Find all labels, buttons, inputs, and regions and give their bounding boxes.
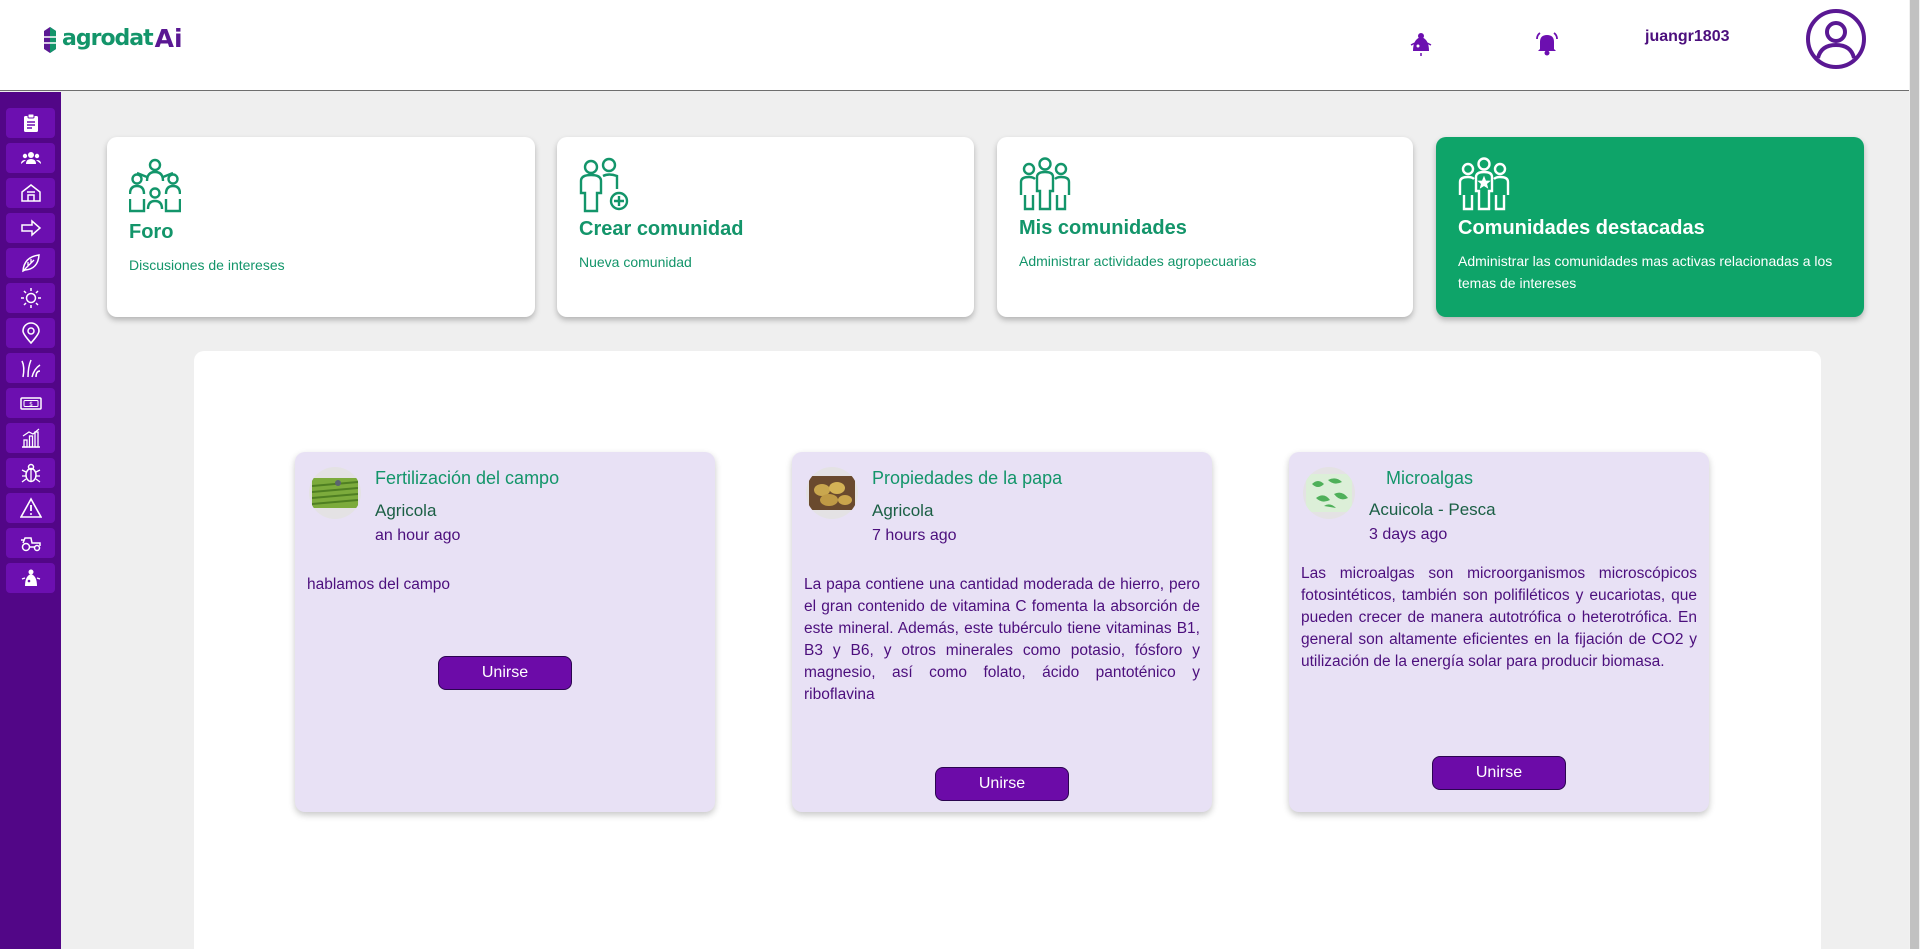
join-button[interactable]: Unirse (438, 656, 572, 690)
add-community-icon (579, 157, 629, 213)
bar-chart-icon (21, 428, 40, 448)
card-my-communities-title: Mis comunidades (1019, 217, 1187, 239)
sidebar-item-transfers[interactable] (6, 213, 55, 243)
community-card[interactable]: Propiedades de la papa Agricola 7 hours … (792, 452, 1212, 812)
card-forum[interactable]: Foro Discusiones de intereses (107, 137, 535, 317)
logo-text: agrodat (62, 26, 154, 51)
sidebar-item-pasture[interactable] (6, 353, 55, 383)
sidebar-item-location[interactable] (6, 318, 55, 348)
community-time: 3 days ago (1369, 526, 1448, 543)
community-title[interactable]: Microalgas (1386, 468, 1473, 489)
my-communities-icon (1019, 157, 1071, 211)
field-image-icon (312, 478, 358, 508)
arrow-right-icon (20, 219, 41, 237)
community-card[interactable]: Microalgas Acuicola - Pesca 3 days ago L… (1289, 452, 1709, 812)
community-description: hablamos del campo (307, 576, 451, 593)
community-thumbnail (309, 467, 361, 519)
sidebar-item-farm[interactable] (6, 178, 55, 208)
card-featured-communities-subtitle: Administrar las comunidades mas activas … (1458, 253, 1833, 291)
microalgae-image-icon (1306, 474, 1352, 512)
community-category: Agricola (375, 501, 437, 520)
card-create-community-subtitle: Nueva comunidad (579, 254, 692, 270)
card-featured-communities-title: Comunidades destacadas (1458, 217, 1705, 239)
warning-icon (19, 497, 42, 518)
top-header: agrodat Ai juangr1803 (0, 0, 1909, 91)
users-icon (20, 152, 41, 164)
sidebar-item-alerts[interactable] (6, 493, 55, 523)
barn-icon (20, 184, 41, 202)
sidebar-item-statistics[interactable] (6, 423, 55, 453)
card-my-communities-subtitle: Administrar actividades agropecuarias (1019, 253, 1257, 269)
community-time: an hour ago (375, 527, 461, 544)
community-chat-icon[interactable] (1407, 29, 1435, 57)
sidebar-item-records[interactable] (6, 108, 55, 138)
sidebar-item-crops[interactable] (6, 248, 55, 278)
community-description: La papa contiene una cantidad moderada d… (804, 576, 1200, 703)
logo-ai-text: Ai (154, 24, 183, 53)
logo-mark-icon (44, 26, 56, 53)
community-thumbnail (1303, 467, 1355, 519)
grass-icon (20, 359, 40, 378)
sidebar-item-pests[interactable] (6, 458, 55, 488)
join-button[interactable]: Unirse (935, 767, 1069, 801)
forum-icon (129, 158, 181, 213)
app-logo[interactable]: agrodat Ai (42, 24, 183, 53)
sidebar-item-weather[interactable] (6, 283, 55, 313)
join-button[interactable]: Unirse (1432, 756, 1566, 790)
sidebar-item-communities[interactable] (6, 143, 55, 173)
card-create-community[interactable]: Crear comunidad Nueva comunidad (557, 137, 974, 317)
featured-communities-icon (1458, 157, 1510, 211)
community-category: Agricola (872, 501, 934, 520)
community-title[interactable]: Fertilización del campo (375, 468, 559, 489)
community-chat-icon (21, 569, 40, 586)
sun-icon (20, 288, 41, 308)
card-forum-subtitle: Discusiones de intereses (129, 257, 285, 273)
sidebar-item-community-chat[interactable] (6, 563, 55, 593)
map-pin-icon (21, 322, 40, 344)
community-title[interactable]: Propiedades de la papa (872, 468, 1062, 489)
username-label[interactable]: juangr1803 (1645, 28, 1729, 46)
community-category: Acuicola - Pesca (1369, 500, 1496, 519)
user-avatar-icon[interactable] (1805, 8, 1867, 70)
card-my-communities[interactable]: Mis comunidades Administrar actividades … (997, 137, 1413, 317)
clipboard-icon (23, 113, 38, 132)
community-thumbnail (806, 467, 858, 519)
tractor-icon (20, 537, 41, 552)
page-scrollbar-thumb[interactable] (1910, 0, 1919, 949)
community-time: 7 hours ago (872, 527, 957, 544)
leaf-icon (21, 254, 40, 273)
card-featured-communities[interactable]: Comunidades destacadas Administrar las c… (1436, 137, 1864, 317)
sidebar-item-machinery[interactable] (6, 528, 55, 558)
bug-icon (21, 463, 40, 483)
potato-image-icon (809, 476, 855, 510)
notifications-bell-icon[interactable] (1533, 29, 1561, 57)
community-card[interactable]: Fertilización del campo Agricola an hour… (295, 452, 715, 812)
svg-text:$: $ (29, 401, 33, 408)
card-forum-title: Foro (129, 221, 174, 243)
card-create-community-title: Crear comunidad (579, 218, 744, 240)
sidebar: $ (0, 92, 61, 949)
community-description: Las microalgas son microorganismos micro… (1301, 565, 1697, 670)
money-icon: $ (19, 397, 42, 410)
sidebar-item-finance[interactable]: $ (6, 388, 55, 418)
